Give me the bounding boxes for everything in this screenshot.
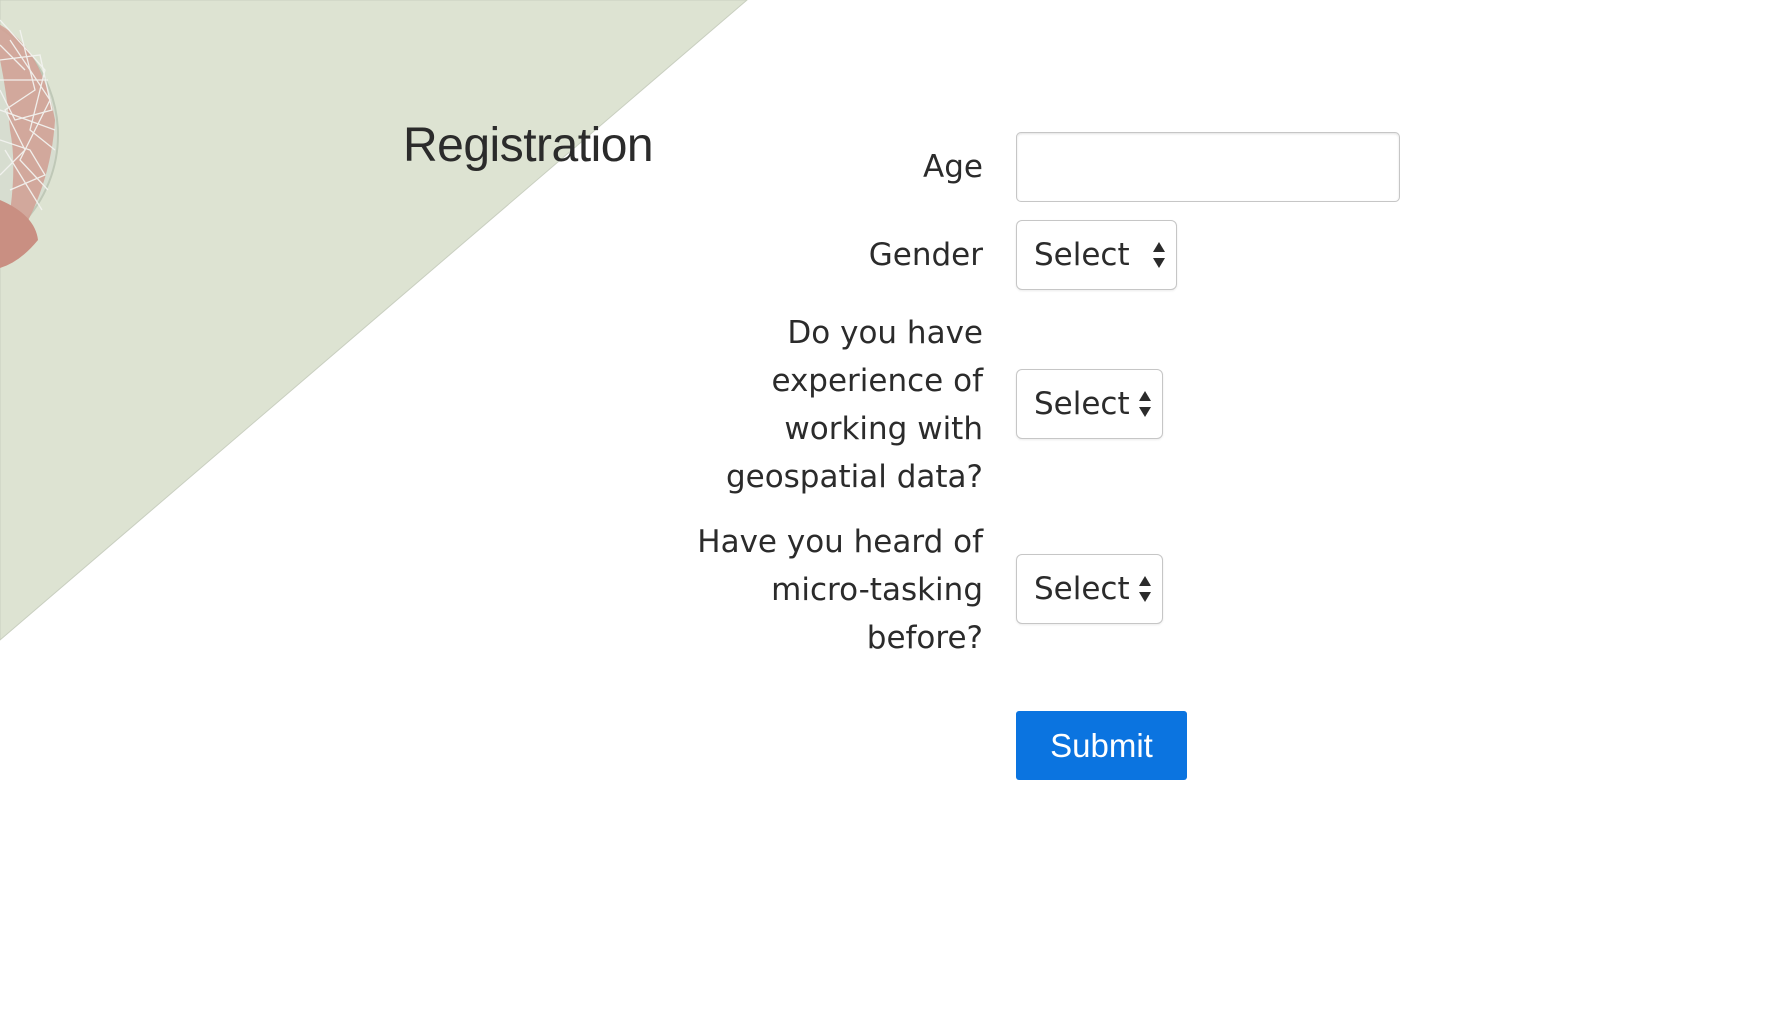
age-label: Age <box>923 149 983 185</box>
geospatial-experience-select[interactable]: Select <box>1016 369 1163 439</box>
submit-button[interactable]: Submit <box>1016 711 1187 780</box>
up-down-arrows-icon <box>1139 391 1151 417</box>
microtasking-select[interactable]: Select <box>1016 554 1163 624</box>
green-diagonal-panel <box>0 0 748 641</box>
microtasking-select-value: Select <box>1034 571 1130 607</box>
microtasking-label: Have you heard of micro-tasking before? <box>697 524 983 656</box>
background-decoration <box>0 0 748 641</box>
gender-select-value: Select <box>1034 237 1130 273</box>
page-title: Registration <box>403 119 654 172</box>
gender-select[interactable]: Select <box>1016 220 1177 290</box>
geospatial-experience-select-value: Select <box>1034 386 1130 422</box>
gender-label: Gender <box>868 237 983 273</box>
registration-page: Registration Age Gender Select Do you ha… <box>0 0 1768 1024</box>
geospatial-experience-label: Do you have experience of working with g… <box>725 315 983 495</box>
up-down-arrows-icon <box>1153 242 1165 268</box>
age-input[interactable] <box>1016 132 1400 202</box>
up-down-arrows-icon <box>1139 576 1151 602</box>
